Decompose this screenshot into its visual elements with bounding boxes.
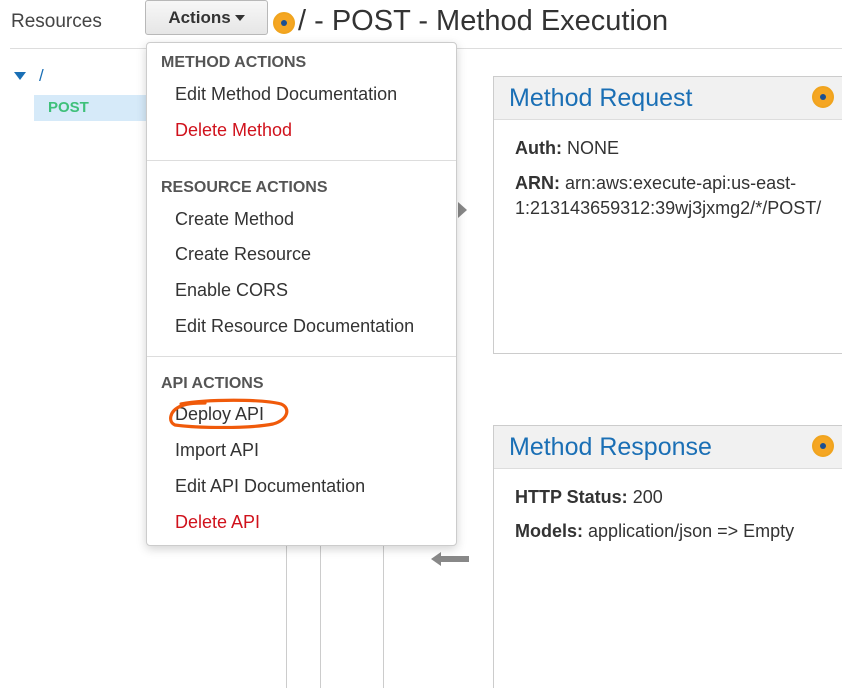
models-label: Models: bbox=[515, 521, 584, 541]
menu-item-import-api[interactable]: Import API bbox=[175, 440, 259, 461]
status-dot-icon bbox=[812, 435, 834, 457]
actions-button[interactable]: Actions bbox=[145, 0, 268, 35]
status-dot-icon bbox=[812, 86, 834, 108]
deploy-api-highlight-annotation bbox=[169, 398, 289, 429]
method-response-panel: Method Response HTTP Status: 200 Models:… bbox=[493, 425, 842, 688]
method-response-title[interactable]: Method Response bbox=[509, 433, 712, 462]
menu-item-enable-cors[interactable]: Enable CORS bbox=[175, 280, 288, 301]
arrow-left-icon bbox=[431, 552, 469, 566]
menu-divider bbox=[147, 356, 456, 357]
menu-item-edit-resource-documentation[interactable]: Edit Resource Documentation bbox=[175, 316, 414, 337]
resources-title: Resources bbox=[11, 11, 102, 32]
menu-item-create-method[interactable]: Create Method bbox=[175, 209, 294, 230]
menu-section-api-actions: API ACTIONS bbox=[161, 375, 264, 392]
menu-item-create-resource[interactable]: Create Resource bbox=[175, 244, 311, 265]
menu-item-edit-api-documentation[interactable]: Edit API Documentation bbox=[175, 476, 365, 497]
method-request-panel: Method Request Auth: NONE ARN: arn:aws:e… bbox=[493, 76, 842, 354]
actions-dropdown-menu: METHOD ACTIONS Edit Method Documentation… bbox=[146, 42, 457, 546]
menu-item-delete-api[interactable]: Delete API bbox=[175, 512, 260, 533]
models-value: application/json => Empty bbox=[588, 521, 795, 541]
actions-button-label: Actions bbox=[168, 7, 231, 27]
menu-section-resource-actions: RESOURCE ACTIONS bbox=[161, 179, 328, 196]
arn-value-line1: arn:aws:execute-api:us-east- bbox=[565, 173, 797, 193]
method-response-header[interactable]: Method Response bbox=[494, 426, 842, 469]
page-title: / - POST - Method Execution bbox=[298, 5, 669, 37]
header-divider bbox=[457, 48, 842, 49]
flow-line bbox=[320, 545, 321, 688]
arrow-right-icon bbox=[458, 202, 467, 218]
http-status-row: HTTP Status: 200 bbox=[515, 485, 663, 510]
arn-value-line2: 1:213143659312:39wj3jxmg2/*/POST/ bbox=[515, 198, 822, 218]
models-row: Models: application/json => Empty bbox=[515, 519, 794, 544]
arn-row: ARN: arn:aws:execute-api:us-east- 1:2131… bbox=[515, 171, 821, 221]
method-request-header[interactable]: Method Request bbox=[494, 77, 842, 120]
tree-item-post-label[interactable]: POST bbox=[48, 99, 89, 116]
menu-section-method-actions: METHOD ACTIONS bbox=[161, 54, 307, 71]
method-request-title[interactable]: Method Request bbox=[509, 84, 692, 113]
expand-caret-icon[interactable] bbox=[14, 72, 26, 80]
auth-row: Auth: NONE bbox=[515, 136, 619, 161]
http-status-value: 200 bbox=[632, 487, 663, 507]
dropdown-caret-icon bbox=[234, 14, 245, 21]
tree-root-resource[interactable]: / bbox=[39, 66, 44, 86]
menu-divider bbox=[147, 160, 456, 161]
status-dot-icon bbox=[273, 12, 295, 34]
auth-value: NONE bbox=[567, 138, 620, 158]
menu-item-delete-method[interactable]: Delete Method bbox=[175, 120, 292, 141]
menu-item-edit-method-documentation[interactable]: Edit Method Documentation bbox=[175, 84, 397, 105]
flow-line bbox=[383, 545, 384, 688]
flow-line bbox=[286, 545, 287, 688]
http-status-label: HTTP Status: bbox=[515, 487, 628, 507]
arn-label: ARN: bbox=[515, 173, 560, 193]
sidebar-divider bbox=[10, 48, 150, 49]
auth-label: Auth: bbox=[515, 138, 562, 158]
